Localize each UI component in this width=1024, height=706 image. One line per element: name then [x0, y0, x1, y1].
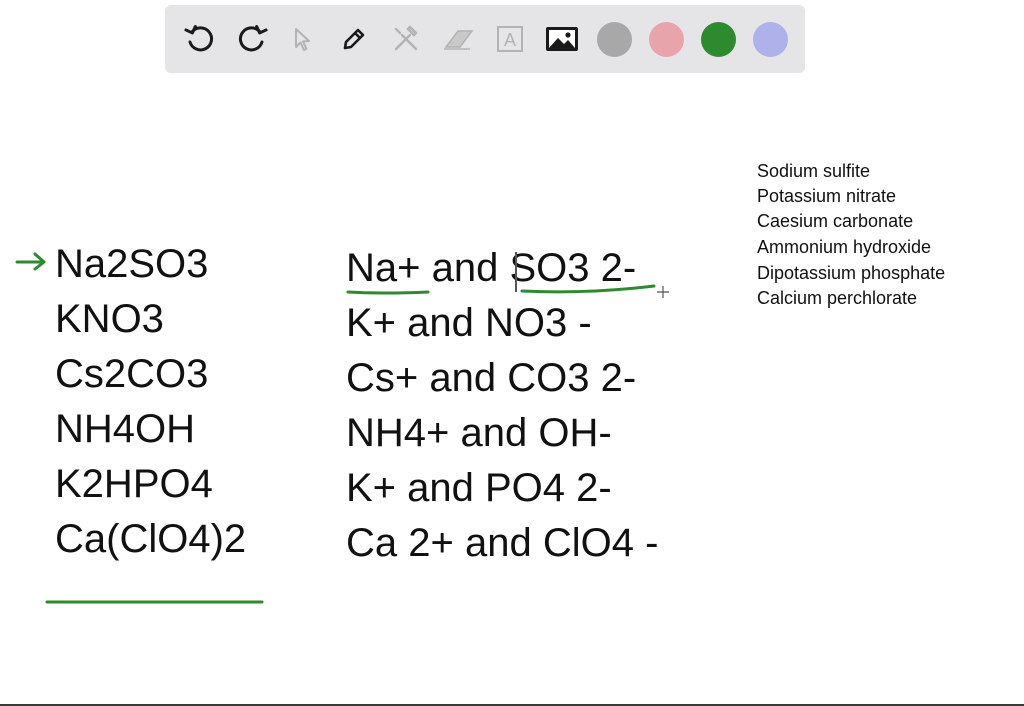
ion-pair-item: NH4+ and OH-: [346, 411, 612, 455]
arrow-annotation-icon: [15, 252, 46, 271]
formula-item: KNO3: [55, 297, 164, 341]
formula-item: NH4OH: [55, 407, 196, 451]
color-pink-swatch[interactable]: [649, 22, 684, 57]
svg-text:A: A: [504, 30, 516, 50]
compound-name: Potassium nitrate: [757, 186, 897, 206]
color-gray-swatch[interactable]: [597, 22, 632, 57]
tools-icon[interactable]: [387, 20, 425, 58]
ion-pair-item: Ca 2+ and ClO4 -: [346, 521, 659, 565]
ion-pair-item: K+ and NO3 -: [346, 301, 592, 345]
color-lavender-swatch[interactable]: [753, 22, 788, 57]
redo-icon[interactable]: [233, 20, 271, 58]
underline-annotation: [346, 284, 656, 295]
formula-item: Cs2CO3: [55, 352, 209, 396]
eraser-icon[interactable]: [439, 20, 477, 58]
text-tool-icon[interactable]: A: [491, 20, 529, 58]
ion-pair-item: Cs+ and CO3 2-: [346, 356, 637, 400]
formula-item: Na2SO3: [55, 242, 209, 286]
underline-annotation: [45, 600, 264, 604]
formula-item: Ca(ClO4)2: [55, 517, 247, 561]
color-green-swatch[interactable]: [701, 22, 736, 57]
image-icon[interactable]: [543, 20, 581, 58]
drawing-toolbar: A: [165, 5, 805, 73]
compound-name: Ammonium hydroxide: [757, 237, 932, 257]
compound-name: Caesium carbonate: [757, 211, 914, 231]
undo-icon[interactable]: [181, 20, 219, 58]
pointer-icon[interactable]: [283, 20, 321, 58]
ion-pair-item: K+ and PO4 2-: [346, 466, 612, 510]
crosshair-cursor-icon: [657, 286, 669, 298]
compound-name: Sodium sulfite: [757, 161, 871, 181]
pen-icon[interactable]: [335, 20, 373, 58]
compound-name: Calcium perchlorate: [757, 288, 918, 308]
formula-item: K2HPO4: [55, 462, 213, 506]
compound-name: Dipotassium phosphate: [757, 263, 946, 283]
whiteboard-canvas[interactable]: A Na2SO3 KNO3 Cs2CO3 NH4OH K2HPO4 Ca(ClO…: [0, 0, 1024, 706]
